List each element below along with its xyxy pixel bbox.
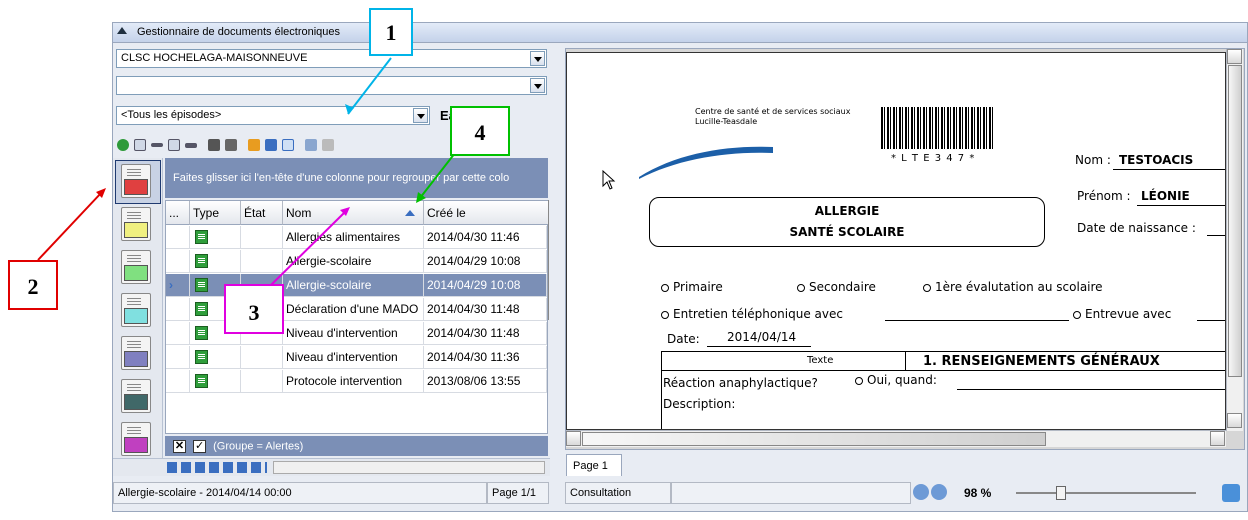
callout-3: 3	[224, 284, 284, 334]
annotation-arrows	[37, 57, 463, 287]
callout-1: 1	[369, 8, 413, 56]
callout-2: 2	[8, 260, 58, 310]
callout-4: 4	[450, 106, 510, 156]
